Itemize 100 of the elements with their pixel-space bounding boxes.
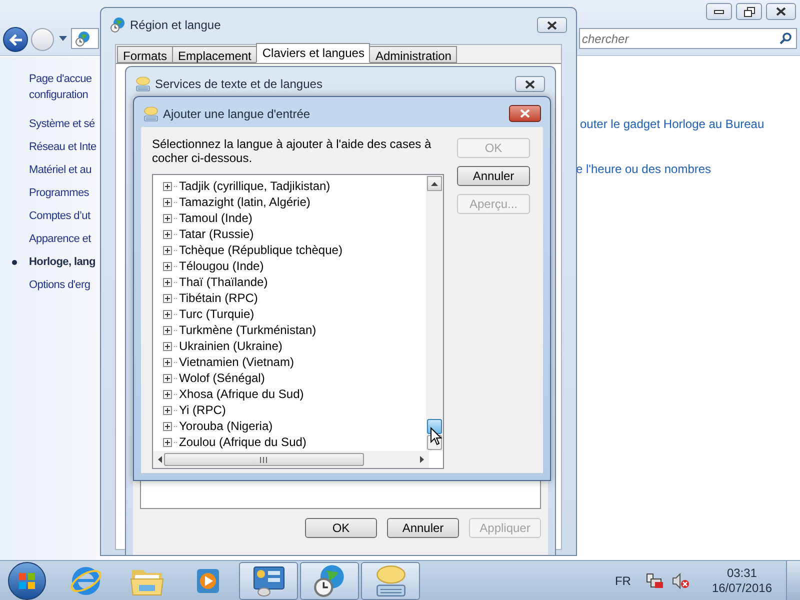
control-panel-icon [252,564,286,596]
home-link[interactable]: configuration [29,87,92,103]
tab[interactable]: Claviers et langues [256,43,370,63]
expand-icon[interactable] [163,422,172,430]
tab[interactable]: Administration [369,46,458,63]
sidebar-item[interactable]: Matériel et au [29,162,92,178]
clock-time[interactable]: 03:31 [726,566,757,580]
close-icon [525,80,535,88]
tree-item[interactable]: Yi (RPC) [179,401,226,419]
close-icon [776,7,786,16]
app-icon [143,106,159,122]
taskbar-button[interactable] [300,562,359,600]
sidebar-item[interactable]: Comptes d’ut [29,208,90,224]
close-button[interactable] [537,17,567,33]
expand-icon[interactable] [163,182,172,190]
location-icon [75,30,91,46]
window-title: Ajouter une langue d'entrée [163,106,310,123]
up-arrow-icon [431,182,438,186]
search-field[interactable]: chercher [579,28,797,49]
network-error-icon[interactable] [646,572,664,588]
expand-icon[interactable] [163,246,172,254]
window-title: Services de texte et de langues [155,76,322,93]
close-button[interactable] [766,3,796,20]
expand-icon[interactable] [163,214,172,222]
close-button[interactable] [515,76,545,92]
start-button[interactable] [8,562,46,600]
restore-button[interactable] [736,3,762,20]
bullet-icon [12,260,17,264]
sidebar-item[interactable]: Programmes [29,184,89,202]
tree-item[interactable]: Tadjik (cyrillique, Tadjikistan) [179,177,330,195]
app-icon [110,17,126,33]
sidebar-item[interactable]: Apparence et [29,230,91,248]
tree-item[interactable]: Tatar (Russie) [179,225,254,243]
instruction-text: Sélectionnez la langue à ajouter à l'aide des cases à cocher ci-dessous. [152,137,432,165]
dropdown-icon[interactable] [59,36,67,42]
expand-icon[interactable] [163,198,172,206]
tree-item[interactable]: Wolof (Sénégal) [179,369,265,387]
tree-item[interactable]: Tamoul (Inde) [179,209,252,227]
taskbar-button[interactable] [361,562,420,600]
globe-clock-icon [312,564,346,598]
expand-icon[interactable] [163,326,172,334]
expand-icon[interactable] [163,230,172,238]
sidebar-item[interactable]: Options d'erg [29,276,90,294]
left-arrow-icon [158,456,162,463]
close-icon [520,109,530,118]
sidebar-item[interactable]: Horloge, lang [29,254,96,270]
app-icon [135,76,151,92]
tree-item[interactable]: Tchèque (République tchèque) [179,241,342,259]
tab[interactable]: Emplacement [172,46,258,63]
tree-item[interactable]: Turkmène (Turkménistan) [179,321,316,339]
horizontal-scrollbar[interactable] [153,451,429,468]
clock-date[interactable]: 16/07/2016 [712,580,772,596]
scroll-thumb[interactable] [164,453,364,466]
window-title: Région et langue [130,17,221,34]
tree-item[interactable]: Yorouba (Nigeria) [179,417,273,435]
scroll-up-button[interactable] [427,176,442,191]
grip-icon [260,456,267,462]
minimize-icon [714,10,724,14]
dialog-button[interactable]: Annuler [387,518,459,538]
search-placeholder: chercher [582,30,629,48]
windows-logo-icon [18,572,36,590]
address-field[interactable] [71,28,99,49]
expand-icon[interactable] [163,390,172,398]
sidebar-item[interactable]: Réseau et Inte [29,138,96,156]
right-arrow-icon [420,456,424,463]
expand-icon[interactable] [163,374,172,382]
close-icon [547,20,557,30]
taskbar-button[interactable] [239,562,298,600]
tree-item[interactable]: Thaï (Thaïlande) [179,273,268,291]
search-icon [779,32,792,45]
home-link[interactable]: Page d'accue [29,71,92,87]
expand-icon[interactable] [163,358,172,366]
expand-icon[interactable] [163,406,172,414]
tree-item[interactable]: Ukrainien (Ukraine) [179,337,282,355]
tree-item[interactable]: Tamazight (latin, Algérie) [179,193,310,211]
expand-icon[interactable] [163,342,172,350]
expand-icon[interactable] [163,310,172,318]
minimize-button[interactable] [706,3,732,20]
tree-item[interactable]: Xhosa (Afrique du Sud) [179,385,304,403]
expand-icon[interactable] [163,438,172,446]
tree-item[interactable]: Tibétain (RPC) [179,289,258,307]
tree-item[interactable]: Vietnamien (Vietnam) [179,353,294,371]
tree-item[interactable]: Turc (Turquie) [179,305,254,323]
dialog-button[interactable]: OK [305,518,377,538]
close-button[interactable] [509,105,541,122]
keyboard-bubble-icon [374,564,408,598]
tree-item[interactable]: Zoulou (Afrique du Sud) [179,433,306,451]
expand-icon[interactable] [163,294,172,302]
sidebar-item[interactable]: Système et sé [29,116,95,132]
scroll-thumb[interactable] [427,419,442,434]
vertical-scrollbar[interactable] [426,175,443,451]
muted-speaker-icon[interactable] [672,572,690,588]
tree-item[interactable]: Télougou (Inde) [179,257,264,275]
task-link[interactable]: outer le gadget Horloge au Bureau [580,115,764,133]
expand-icon[interactable] [163,278,172,286]
back-arrow-icon [8,34,22,46]
dialog-button[interactable]: Annuler [457,166,530,186]
language-indicator[interactable]: FR [614,572,631,590]
tab[interactable]: Formats [117,46,174,63]
expand-icon[interactable] [163,262,172,270]
